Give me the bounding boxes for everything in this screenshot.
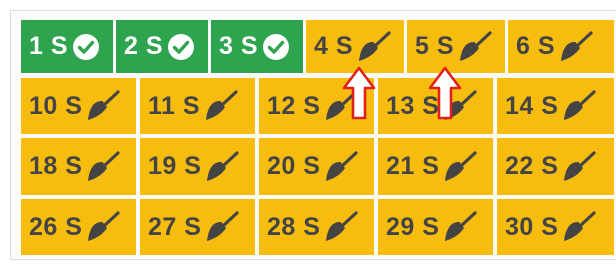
room-tile-22[interactable]: 22 S (497, 138, 614, 195)
broom-icon (359, 30, 391, 61)
room-label: 5 S (415, 32, 455, 60)
room-label: 12 S (267, 91, 321, 120)
room-label: 20 S (267, 152, 321, 180)
broom-icon (564, 90, 597, 120)
room-tile-21[interactable]: 21 S (378, 138, 493, 195)
room-label: 27 S (148, 212, 202, 241)
room-label: 11 S (148, 91, 201, 120)
room-label: 4 S (314, 32, 354, 60)
room-tile-30[interactable]: 30 S (497, 199, 614, 255)
room-label: 26 S (29, 212, 83, 241)
room-tile-19[interactable]: 19 S (140, 138, 255, 195)
broom-icon (326, 90, 359, 120)
room-label: 18 S (29, 152, 83, 180)
room-label: 2 S (124, 32, 164, 60)
broom-icon (564, 150, 597, 181)
room-tile-12[interactable]: 12 S (259, 78, 374, 134)
broom-icon (326, 150, 359, 181)
broom-icon (326, 211, 359, 241)
room-status-grid: 1 S 2 S 3 S 4 S 5 S 6 S 10 S 11 S 12 S 1… (10, 10, 616, 260)
room-tile-26[interactable]: 26 S (21, 199, 136, 255)
broom-icon (445, 90, 478, 120)
room-tile-1[interactable]: 1 S (21, 20, 113, 73)
room-label: 29 S (386, 212, 440, 241)
broom-icon (207, 211, 240, 241)
room-label: 1 S (29, 32, 69, 60)
room-tile-18[interactable]: 18 S (21, 138, 136, 195)
check-circle-icon (263, 33, 290, 60)
broom-icon (88, 90, 121, 120)
broom-icon (460, 30, 492, 61)
room-tile-13[interactable]: 13 S (378, 78, 493, 134)
room-tile-5[interactable]: 5 S (407, 20, 505, 73)
room-label: 10 S (29, 91, 83, 120)
room-label: 6 S (516, 32, 556, 60)
broom-icon (88, 150, 121, 181)
room-tile-10[interactable]: 10 S (21, 78, 136, 134)
room-label: 28 S (267, 212, 321, 241)
room-tile-4[interactable]: 4 S (306, 20, 404, 73)
broom-icon (207, 150, 240, 181)
broom-icon (445, 150, 478, 181)
broom-icon (445, 211, 478, 241)
broom-icon (206, 90, 238, 120)
room-label: 3 S (219, 32, 259, 60)
room-label: 21 S (386, 152, 440, 180)
room-label: 13 S (386, 91, 440, 120)
room-label: 14 S (505, 91, 559, 120)
room-tile-11[interactable]: 11 S (140, 78, 255, 134)
broom-icon (88, 211, 121, 241)
room-tile-3[interactable]: 3 S (211, 20, 303, 73)
room-tile-14[interactable]: 14 S (497, 78, 614, 134)
room-tile-27[interactable]: 27 S (140, 199, 255, 255)
broom-icon (564, 211, 597, 241)
room-label: 19 S (148, 152, 202, 180)
room-tile-2[interactable]: 2 S (116, 20, 208, 73)
check-circle-icon (168, 33, 195, 60)
check-circle-icon (73, 33, 100, 60)
broom-icon (561, 30, 593, 61)
room-tile-20[interactable]: 20 S (259, 138, 374, 195)
room-tile-6[interactable]: 6 S (508, 20, 614, 73)
room-tile-29[interactable]: 29 S (378, 199, 493, 255)
room-label: 30 S (505, 212, 559, 241)
room-label: 22 S (505, 152, 559, 180)
room-tile-28[interactable]: 28 S (259, 199, 374, 255)
